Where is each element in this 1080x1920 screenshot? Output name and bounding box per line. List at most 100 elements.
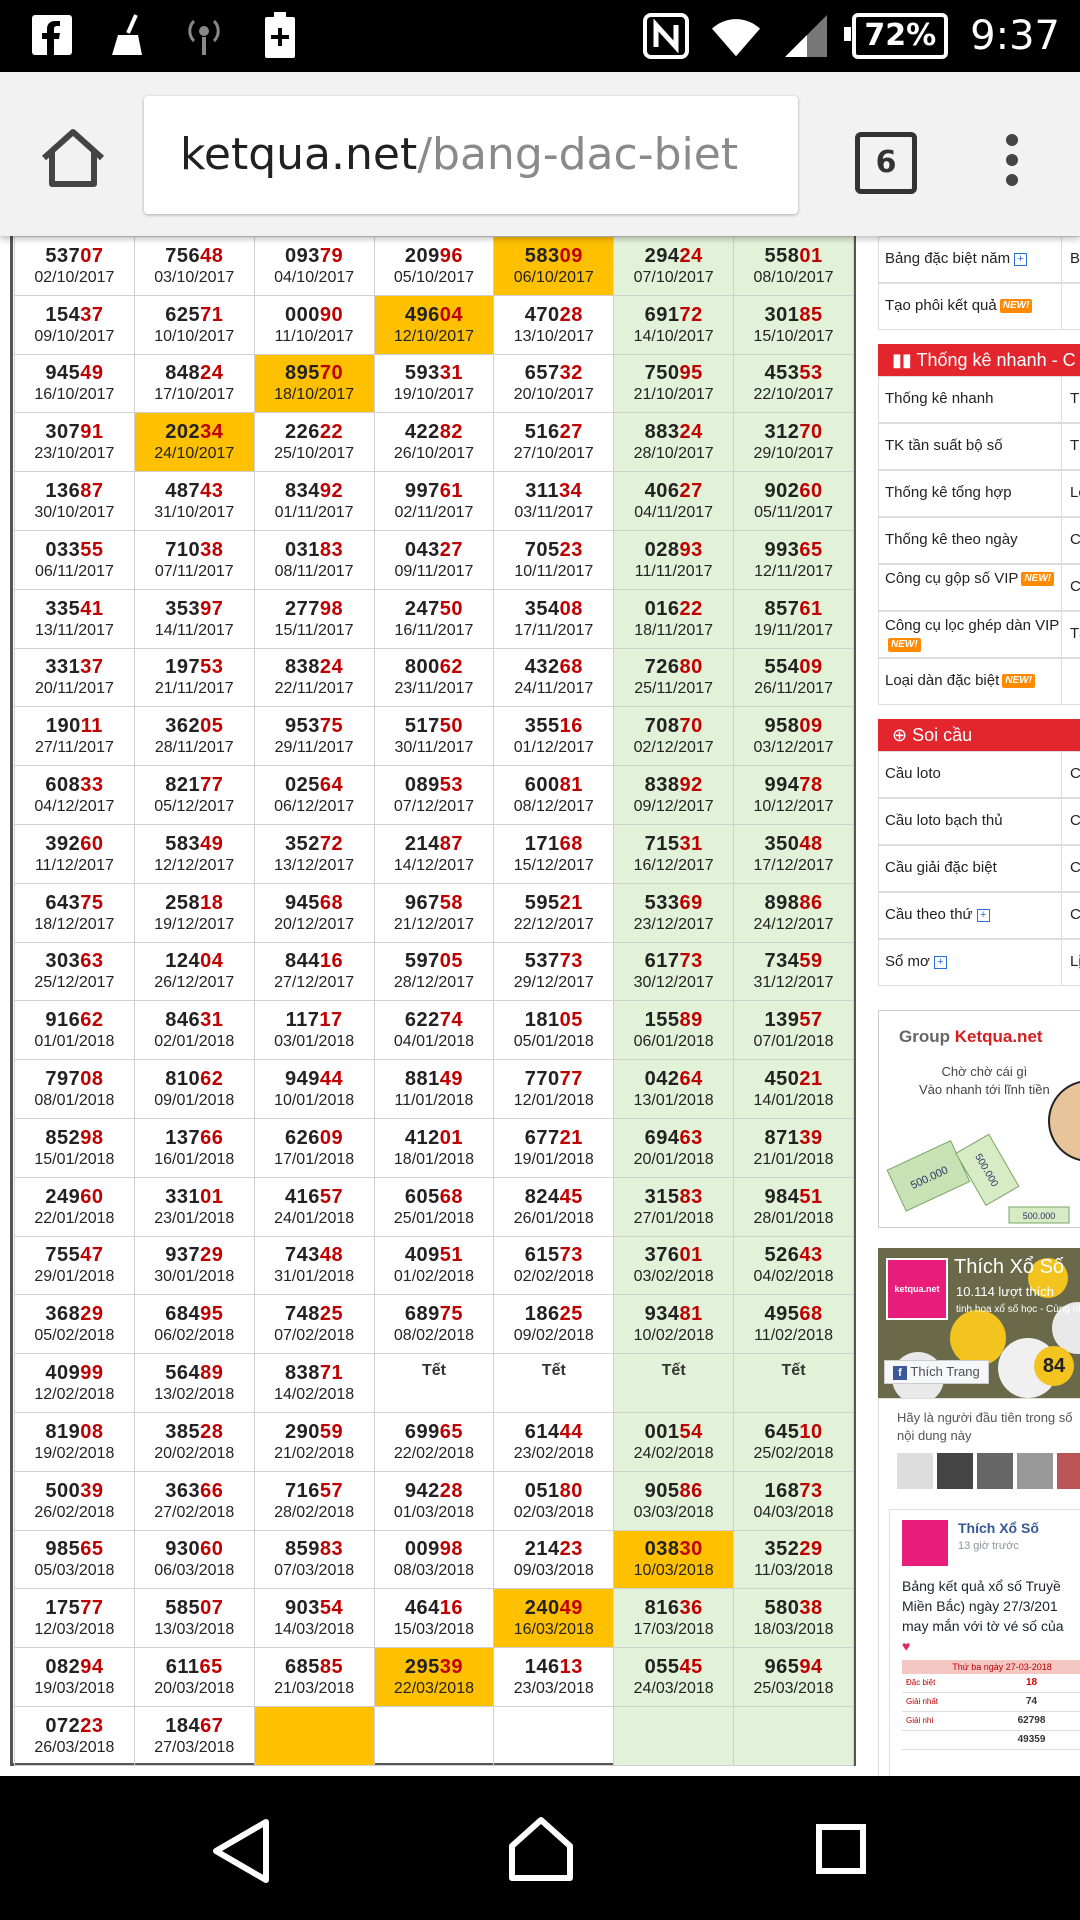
result-date: 14/11/2017 <box>154 621 234 639</box>
result-cell: 08294 19/03/2018 <box>14 1647 135 1707</box>
back-icon[interactable] <box>210 1816 272 1890</box>
result-number: 99478 <box>764 774 823 797</box>
result-number: 90586 <box>644 1479 703 1502</box>
result-number: 67721 <box>524 1126 583 1149</box>
result-cell: 68585 21/03/2018 <box>253 1647 375 1707</box>
result-number: 60081 <box>524 774 583 797</box>
new-badge: NEW! <box>1002 674 1035 689</box>
home-nav-icon[interactable] <box>506 1814 576 1888</box>
result-cell: 18467 27/03/2018 <box>133 1705 255 1766</box>
sidebar-link[interactable]: TK tần suất bộ số Th <box>878 423 1080 470</box>
result-cell: 85983 07/03/2018 <box>253 1529 375 1590</box>
sidebar-link[interactable]: Cầu theo thứ+ Cầ <box>878 892 1080 939</box>
sidebar-link[interactable]: Thống kê nhanh Th <box>878 376 1080 423</box>
sidebar-link[interactable]: Thống kê tổng hợp Lô <box>878 470 1080 517</box>
status-bar: 72% 9:37 <box>0 0 1080 72</box>
post-author[interactable]: Thích Xổ Số <box>958 1520 1039 1536</box>
result-date: 05/11/2017 <box>754 504 833 522</box>
sidebar-link-secondary[interactable]: Tạ bi <box>1061 612 1080 657</box>
result-date: 15/11/2017 <box>274 621 354 639</box>
result-cell: 80062 23/11/2017 <box>373 647 495 708</box>
sidebar-link[interactable]: Công cụ gộp số VIPNEW! Cô <box>878 564 1080 611</box>
fb-like-page-button[interactable]: f Thích Trang <box>884 1360 989 1384</box>
table-row: 30363 25/12/2017 12404 26/12/2017 84416 27/12… <box>14 941 854 1002</box>
thong-ke-header: ▮▮ Thống kê nhanh - C <box>878 344 1080 376</box>
table-row: 53707 02/10/2017 75648 03/10/2017 09379 04/10… <box>14 236 854 296</box>
result-date: 01/03/2018 <box>393 1503 474 1521</box>
result-date: 07/03/2018 <box>274 1562 355 1580</box>
result-cell: 13766 16/01/2018 <box>133 1117 255 1178</box>
table-row: 91662 01/01/2018 84631 02/01/2018 11717 03/01… <box>14 1000 854 1061</box>
result-date: 24/12/2017 <box>753 915 834 933</box>
sidebar-link[interactable]: Sổ mơ+ Lị <box>878 939 1080 986</box>
result-number: 46416 <box>404 1597 464 1620</box>
result-cell: 07223 26/03/2018 <box>14 1705 135 1766</box>
result-cell: 30791 23/10/2017 <box>14 412 135 473</box>
sidebar-link[interactable]: Cầu loto Cầ <box>878 751 1080 798</box>
sidebar-link-secondary[interactable]: Th <box>1061 377 1080 422</box>
result-date: 08/11/2017 <box>274 562 354 580</box>
result-cell: 84631 02/01/2018 <box>133 1000 255 1061</box>
sidebar-link-label: Sổ mơ <box>885 953 930 970</box>
sidebar-link[interactable]: Công cụ lọc ghép dàn VIP NEW! Tạ bi <box>878 611 1080 658</box>
home-icon[interactable] <box>38 126 108 196</box>
result-cell: 49604 12/10/2017 <box>373 294 495 355</box>
overflow-menu-icon[interactable] <box>998 128 1026 198</box>
expand-plus-icon[interactable]: + <box>933 955 947 969</box>
result-number: 80062 <box>404 656 464 679</box>
result-cell: 35048 17/12/2017 <box>733 823 854 884</box>
result-date: 25/10/2017 <box>274 445 355 463</box>
result-cell: 94228 01/03/2018 <box>373 1470 495 1531</box>
result-cell: 20234 24/10/2017 <box>133 412 255 473</box>
result-date: 26/10/2017 <box>393 445 474 463</box>
sidebar-link[interactable]: Bảng đặc biệt năm + B <box>878 236 1080 283</box>
result-number: 22622 <box>285 421 344 444</box>
result-number: 35272 <box>285 832 344 855</box>
result-number: 27798 <box>285 597 344 620</box>
tab-switcher-button[interactable]: 6 <box>855 132 917 194</box>
sidebar-link[interactable]: Tạo phôi kết quả NEW! <box>878 283 1080 330</box>
sidebar-link-secondary[interactable]: B <box>1061 237 1080 282</box>
sidebar-link-secondary[interactable]: Th <box>1061 424 1080 469</box>
sidebar-link[interactable]: Thống kê theo ngày Cu <box>878 517 1080 564</box>
result-date: 06/10/2017 <box>513 268 594 286</box>
sidebar-link[interactable]: Cầu giải đặc biệt Cầ <box>878 845 1080 892</box>
sidebar-link-secondary[interactable]: Lị <box>1061 940 1080 985</box>
table-row: 36829 05/02/2018 68495 06/02/2018 74825 07/02… <box>14 1294 854 1355</box>
result-date: 31/10/2017 <box>154 504 235 522</box>
expand-plus-icon[interactable]: + <box>1014 252 1028 266</box>
recents-icon[interactable] <box>816 1824 866 1878</box>
result-cell: 49568 11/02/2018 <box>733 1294 854 1355</box>
sidebar-link-secondary[interactable]: Cu <box>1061 518 1080 563</box>
table-row: 08294 19/03/2018 61165 20/03/2018 68585 21/03… <box>14 1647 854 1707</box>
expand-plus-icon[interactable]: + <box>976 908 990 922</box>
mini-result-row: Giải nhất 74 <box>902 1693 1080 1712</box>
battery-plus-icon <box>256 10 304 60</box>
sidebar-link-secondary[interactable]: Cầ <box>1061 752 1080 797</box>
result-date: 15/01/2018 <box>34 1150 115 1168</box>
sidebar-link[interactable]: Loại dàn đặc biệt NEW! <box>878 658 1080 705</box>
sidebar-link[interactable]: Cầu loto bạch thủ Cầ <box>878 798 1080 845</box>
result-date: 19/02/2018 <box>34 1444 115 1462</box>
facebook-page-banner[interactable]: ketqua.net Thích Xổ Số 10.114 lượt thích… <box>878 1248 1080 1398</box>
fb-page-name[interactable]: Thích Xổ Số <box>954 1256 1064 1279</box>
result-cell: 82177 05/12/2017 <box>133 765 255 825</box>
sidebar-link-secondary[interactable]: Cầ <box>1061 846 1080 891</box>
sidebar-link-secondary[interactable] <box>1061 659 1070 704</box>
sidebar-link-secondary[interactable]: Cầ <box>1061 893 1080 938</box>
result-date: 26/03/2018 <box>34 1738 115 1756</box>
sidebar-link-secondary[interactable]: Lô <box>1061 471 1080 516</box>
result-number: 81908 <box>45 1420 104 1443</box>
result-cell: 89570 18/10/2017 <box>253 353 375 414</box>
result-number: 21487 <box>404 832 464 855</box>
android-nav-bar <box>0 1776 1080 1920</box>
url-bar[interactable]: ketqua.net/bang-dac-biet <box>144 96 798 214</box>
result-date: 28/02/2018 <box>274 1503 355 1521</box>
result-number: 38528 <box>165 1420 224 1443</box>
sidebar-link-secondary[interactable]: Cô <box>1061 565 1080 610</box>
sidebar-link-secondary[interactable]: Cầ <box>1061 799 1080 844</box>
result-date: 07/11/2017 <box>154 562 234 580</box>
result-date: 11/01/2018 <box>394 1092 474 1110</box>
group-banner[interactable]: Group Ketqua.net Chờ chờ cái gì Vào nhan… <box>878 1010 1080 1228</box>
sidebar-link-secondary[interactable] <box>1061 284 1070 329</box>
